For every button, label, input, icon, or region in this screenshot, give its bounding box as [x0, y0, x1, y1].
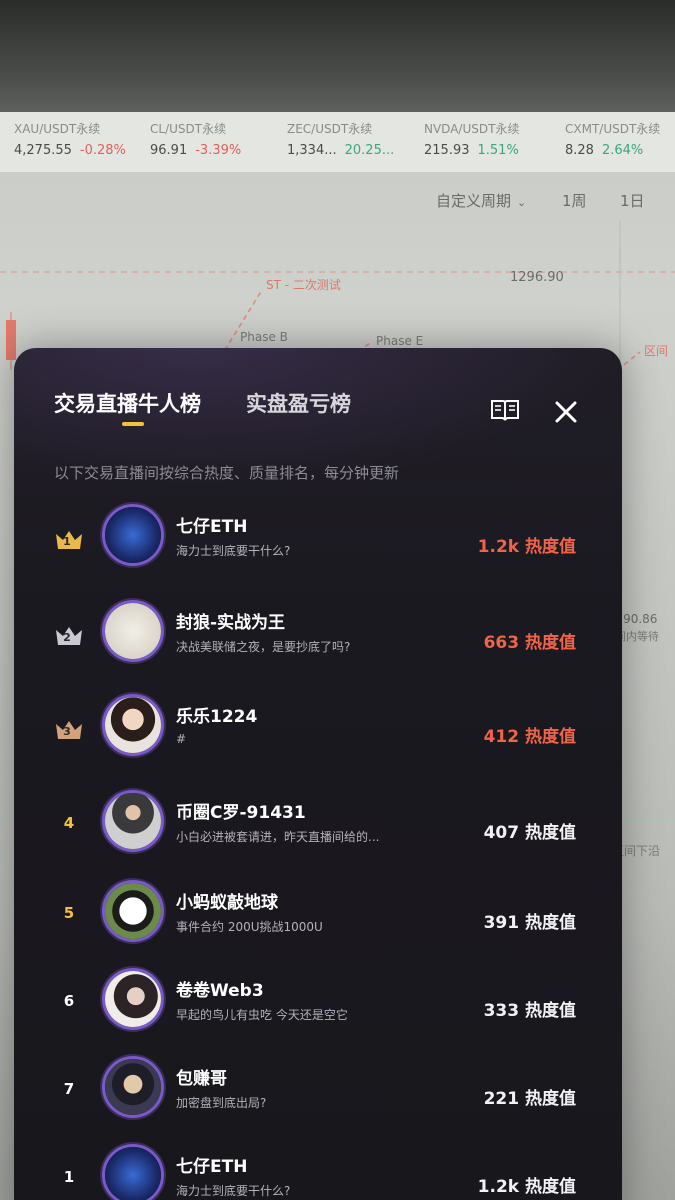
- rank-number: 7: [63, 1080, 75, 1098]
- stream-title: 小白必进被套请进，昨天直播间给的...: [176, 830, 380, 844]
- ticker-bar: XAU/USDT永续 4,275.55 -0.28% CL/USDT永续 96.9…: [0, 112, 675, 172]
- custom-period-label: 自定义周期: [436, 192, 512, 210]
- rank-number: 1: [63, 535, 71, 548]
- rank-number: 2: [63, 631, 71, 644]
- streamer-name: 七仔ETH: [176, 1157, 248, 1177]
- heat-value: 663 热度值: [483, 633, 576, 653]
- streamer-name: 七仔ETH: [176, 517, 248, 537]
- stream-title: 早起的鸟儿有虫吃 今天还是空它: [176, 1008, 348, 1022]
- custom-period-dropdown[interactable]: 自定义周期 ⌄: [436, 190, 526, 211]
- ticker-item[interactable]: CL/USDT永续 96.91 -3.39%: [150, 120, 290, 158]
- chevron-down-icon: ⌄: [517, 196, 527, 209]
- annotation-zone-top: 区间: [644, 344, 669, 358]
- tab-pnl-ranking[interactable]: 实盘盈亏榜: [246, 388, 351, 418]
- avatar[interactable]: [102, 1144, 164, 1200]
- avatar[interactable]: [102, 968, 164, 1030]
- tab-live-ranking[interactable]: 交易直播牛人榜: [54, 388, 201, 418]
- rank-crown-icon: 1: [52, 528, 86, 554]
- rank-number: 6: [63, 992, 75, 1010]
- heat-value: 391 热度值: [483, 913, 576, 933]
- streamer-name: 币圈C罗-91431: [176, 803, 306, 823]
- avatar[interactable]: [102, 694, 164, 756]
- avatar[interactable]: [102, 880, 164, 942]
- avatar[interactable]: [102, 600, 164, 662]
- ranking-row[interactable]: 3 乐乐1224 #412 热度值: [14, 688, 622, 774]
- ticker-price: 8.28: [565, 143, 594, 158]
- rank-number: 5: [63, 904, 75, 922]
- ranking-row[interactable]: 5 小蚂蚁敲地球事件合约 200U挑战1000U 391 热度值: [14, 874, 622, 960]
- streamer-name: 包赚哥: [176, 1069, 227, 1089]
- monitor-bezel: [0, 0, 675, 112]
- ticker-price: 4,275.55: [14, 143, 72, 158]
- streamer-name: 小蚂蚁敲地球: [176, 893, 278, 913]
- ranking-row[interactable]: 7 包赚哥加密盘到底出局? 221 热度值: [14, 1050, 622, 1136]
- ticker-item[interactable]: NVDA/USDT永续 215.93 1.51%: [424, 120, 564, 158]
- ticker-change: 20.25...: [344, 143, 395, 158]
- stream-title: 海力士到底要干什么?: [176, 544, 291, 558]
- ticker-price: 96.91: [150, 143, 188, 158]
- ranking-description: 以下交易直播间按综合热度、质量排名，每分钟更新: [54, 464, 400, 482]
- ranking-row[interactable]: 6 卷卷Web3 早起的鸟儿有虫吃 今天还是空它 333 热度值: [14, 962, 622, 1048]
- active-tab-indicator: [122, 422, 144, 426]
- heat-value: 407 热度值: [483, 823, 576, 843]
- annotation-st: ST - 二次测试: [266, 278, 341, 292]
- rank-crown-icon: 3: [52, 718, 86, 744]
- ticker-change: -0.28%: [79, 143, 126, 158]
- ticker-symbol: XAU/USDT永续: [14, 122, 101, 136]
- leaderboard-panel: 交易直播牛人榜 实盘盈亏榜 以下交易直播间按综合热度、质量排名，每分钟更新 1 七…: [14, 348, 622, 1200]
- stream-title: 决战美联储之夜，是要抄底了吗?: [176, 640, 351, 654]
- rank-crown-icon: 2: [52, 624, 86, 650]
- ticker-symbol: NVDA/USDT永续: [424, 122, 520, 136]
- avatar[interactable]: [102, 504, 164, 566]
- annotation-phase-e: Phase E: [376, 334, 424, 348]
- price-level-top: 1296.90: [510, 270, 564, 285]
- streamer-name: 乐乐1224: [176, 707, 258, 727]
- heat-value: 412 热度值: [483, 727, 576, 747]
- ticker-change: 2.64%: [601, 143, 644, 158]
- annotation-phase-b: Phase B: [240, 330, 288, 344]
- ranking-row[interactable]: 1 七仔ETH 海力士到底要干什么? 1.2k 热度值: [14, 498, 622, 584]
- rank-number: 4: [63, 814, 75, 832]
- ticker-change: -3.39%: [195, 143, 242, 158]
- avatar[interactable]: [102, 790, 164, 852]
- heat-value: 221 热度值: [483, 1089, 576, 1109]
- ticker-price: 215.93: [424, 143, 470, 158]
- heat-value: 1.2k 热度值: [477, 1177, 576, 1197]
- stream-title: 事件合约 200U挑战1000U: [176, 920, 323, 934]
- avatar[interactable]: [102, 1056, 164, 1118]
- ticker-item[interactable]: ZEC/USDT永续 1,334... 20.25...: [287, 120, 427, 158]
- book-icon[interactable]: [490, 398, 520, 422]
- period-week-button[interactable]: 1周: [562, 190, 587, 211]
- streamer-name: 封狼-实战为王: [176, 613, 286, 633]
- rank-number: 3: [63, 725, 71, 738]
- heat-value: 333 热度值: [483, 1001, 576, 1021]
- ticker-symbol: CXMT/USDT永续: [565, 122, 661, 136]
- stream-title: 加密盘到底出局?: [176, 1096, 267, 1110]
- ticker-item[interactable]: CXMT/USDT永续 8.28 2.64%: [565, 120, 675, 158]
- ranking-row[interactable]: 2 封狼-实战为王决战美联储之夜，是要抄底了吗? 663 热度值: [14, 594, 622, 680]
- stream-title: 海力士到底要干什么?: [176, 1184, 291, 1198]
- ticker-price: 1,334...: [287, 143, 337, 158]
- ticker-item[interactable]: XAU/USDT永续 4,275.55 -0.28%: [14, 120, 154, 158]
- period-day-button[interactable]: 1日: [620, 190, 645, 211]
- ranking-row[interactable]: 4 币圈C罗-91431 小白必进被套请进，昨天直播间给的... 407 热度值: [14, 784, 622, 870]
- close-icon[interactable]: [554, 400, 578, 424]
- ticker-change: 1.51%: [477, 143, 519, 158]
- ranking-row[interactable]: 1 七仔ETH 海力士到底要干什么? 1.2k 热度值: [14, 1138, 622, 1200]
- ticker-symbol: CL/USDT永续: [150, 122, 227, 136]
- heat-value: 1.2k 热度值: [477, 537, 576, 557]
- rank-number: 1: [63, 1168, 75, 1186]
- streamer-name: 卷卷Web3: [176, 981, 264, 1001]
- period-selector: 自定义周期 ⌄ 1周 1日: [430, 186, 675, 216]
- ticker-symbol: ZEC/USDT永续: [287, 122, 373, 136]
- stream-title: #: [176, 732, 187, 746]
